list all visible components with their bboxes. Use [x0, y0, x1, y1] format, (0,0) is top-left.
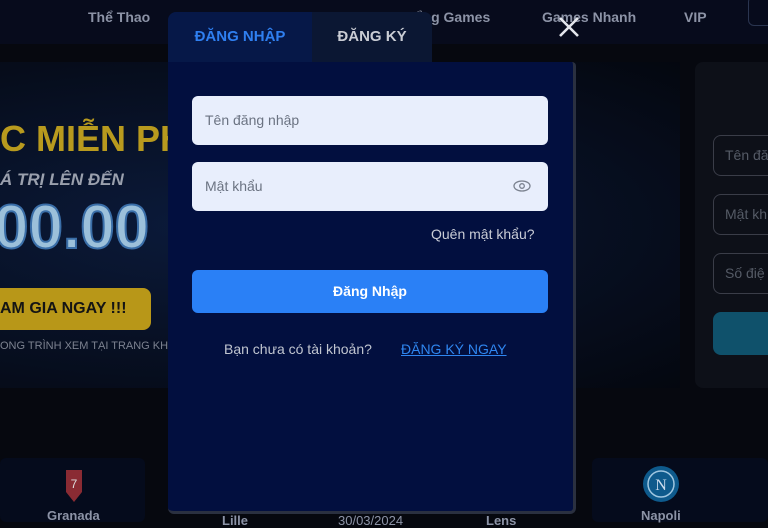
- nav-item-sports[interactable]: Thể Thao: [88, 9, 150, 25]
- no-account-text: Bạn chưa có tài khoản?: [224, 341, 372, 357]
- promo-amount: 00.00: [0, 192, 150, 263]
- promo-subline: Á TRỊ LÊN ĐẾN: [0, 170, 124, 189]
- join-now-button[interactable]: AM GIA NGAY !!!: [0, 288, 151, 330]
- tab-login[interactable]: ĐĂNG NHẬP: [168, 12, 312, 62]
- eye-icon[interactable]: [513, 180, 531, 192]
- register-now-link[interactable]: ĐĂNG KÝ NGAY: [401, 341, 507, 357]
- side-phone-input[interactable]: Số điệ: [713, 253, 768, 294]
- login-button[interactable]: Đăng Nhập: [192, 270, 548, 313]
- side-username-input[interactable]: Tên đă: [713, 135, 768, 176]
- side-submit-button[interactable]: [713, 312, 768, 355]
- team-name: Napoli: [641, 508, 681, 523]
- username-input[interactable]: Tên đăng nhập: [192, 96, 548, 145]
- team-name: Lens: [486, 513, 517, 528]
- promo-footnote: ONG TRÌNH XEM TẠI TRANG KH: [0, 340, 169, 352]
- svg-text:N: N: [655, 477, 667, 494]
- promo-headline: C MIỄN PH: [0, 118, 187, 159]
- svg-text:7: 7: [71, 477, 78, 491]
- close-icon[interactable]: [556, 14, 582, 40]
- password-input[interactable]: Mật khẩu: [192, 162, 548, 211]
- match-date: 30/03/2024: [338, 513, 404, 528]
- granada-logo-icon: 7: [66, 470, 82, 502]
- nav-button[interactable]: [748, 0, 768, 26]
- tab-register[interactable]: ĐĂNG KÝ: [312, 12, 432, 62]
- team-name: Granada: [47, 508, 100, 523]
- napoli-logo-icon: N: [643, 466, 679, 502]
- auth-tabs: ĐĂNG NHẬP ĐĂNG KÝ: [168, 12, 432, 62]
- forgot-password-link[interactable]: Quên mật khẩu?: [431, 226, 535, 242]
- side-password-input[interactable]: Mật kh: [713, 194, 768, 235]
- team-name: Lille: [222, 513, 249, 528]
- nav-item-vip[interactable]: VIP: [684, 9, 707, 25]
